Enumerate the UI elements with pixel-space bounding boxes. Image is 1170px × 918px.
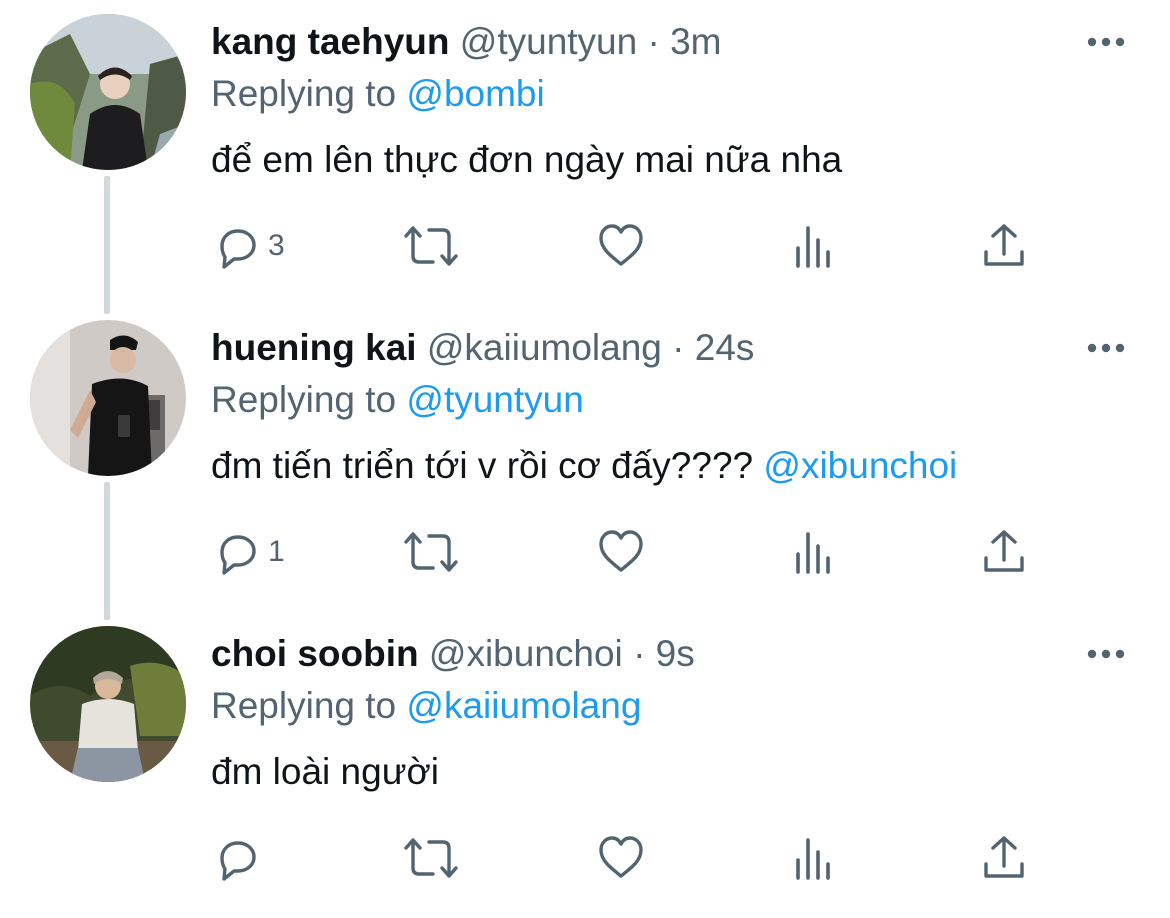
reply-icon <box>220 535 256 575</box>
display-name[interactable]: huening kai <box>211 327 417 368</box>
share-button[interactable] <box>980 524 1028 580</box>
like-button[interactable] <box>597 218 645 274</box>
more-button[interactable] <box>1080 22 1132 62</box>
replying-label: Replying to <box>211 685 397 726</box>
tweet-text: đm loài người <box>211 750 439 794</box>
reply-icon <box>220 841 256 881</box>
reply-button[interactable] <box>212 830 268 886</box>
retweet-icon <box>404 838 458 878</box>
timestamp[interactable]: 9s <box>656 633 695 674</box>
timestamp[interactable]: 3m <box>670 21 721 62</box>
mention-link[interactable]: @xibunchoi <box>763 445 957 486</box>
replying-mention[interactable]: @kaiiumolang <box>406 685 641 726</box>
like-icon <box>599 224 643 266</box>
more-icon <box>1087 649 1125 659</box>
tweet[interactable]: choi soobin @xibunchoi · 9s Replying to … <box>0 612 1170 918</box>
separator: · <box>633 633 646 674</box>
avatar-photo <box>30 626 186 782</box>
tweet-text: đm tiến triển tới v rồi cơ đấy???? @xibu… <box>211 444 957 488</box>
analytics-icon <box>796 226 830 268</box>
separator: · <box>647 21 660 62</box>
avatar-photo <box>30 320 186 476</box>
handle[interactable]: @kaiiumolang <box>427 327 662 368</box>
tweet-header: kang taehyun @tyuntyun · 3m <box>211 20 722 64</box>
analytics-icon <box>796 838 830 880</box>
retweet-button[interactable] <box>403 218 459 274</box>
timestamp[interactable]: 24s <box>695 327 755 368</box>
tweet-body: để em lên thực đơn ngày mai nữa nha <box>211 139 843 180</box>
replying-mention[interactable]: @tyuntyun <box>406 379 583 420</box>
reply-icon <box>220 229 256 269</box>
display-name[interactable]: choi soobin <box>211 633 419 674</box>
more-icon <box>1087 37 1125 47</box>
share-button[interactable] <box>980 218 1028 274</box>
like-icon <box>599 530 643 572</box>
replying-mention[interactable]: @bombi <box>406 73 544 114</box>
avatar[interactable] <box>30 320 186 476</box>
tweet[interactable]: kang taehyun @tyuntyun · 3m Replying to … <box>0 0 1170 306</box>
share-icon <box>984 530 1024 572</box>
like-button[interactable] <box>597 830 645 886</box>
reply-count: 3 <box>268 229 285 262</box>
replying-label: Replying to <box>211 379 397 420</box>
retweet-icon <box>404 532 458 572</box>
display-name[interactable]: kang taehyun <box>211 21 450 62</box>
retweet-button[interactable] <box>403 830 459 886</box>
handle[interactable]: @xibunchoi <box>429 633 623 674</box>
share-button[interactable] <box>980 830 1028 886</box>
reply-button[interactable]: 1 <box>212 524 285 580</box>
tweet-body: đm loài người <box>211 751 439 792</box>
reply-button[interactable]: 3 <box>212 218 285 274</box>
more-button[interactable] <box>1080 634 1132 674</box>
analytics-button[interactable] <box>790 524 838 580</box>
replying-to: Replying to @bombi <box>211 72 545 116</box>
tweet-text: để em lên thực đơn ngày mai nữa nha <box>211 138 842 182</box>
replying-to: Replying to @kaiiumolang <box>211 684 641 728</box>
retweet-button[interactable] <box>403 524 459 580</box>
share-icon <box>984 224 1024 266</box>
analytics-icon <box>796 532 830 574</box>
avatar[interactable] <box>30 626 186 782</box>
more-icon <box>1087 343 1125 353</box>
tweet-header: huening kai @kaiiumolang · 24s <box>211 326 754 370</box>
avatar[interactable] <box>30 14 186 170</box>
tweet[interactable]: huening kai @kaiiumolang · 24s Replying … <box>0 306 1170 612</box>
handle[interactable]: @tyuntyun <box>460 21 637 62</box>
tweet-body: đm tiến triển tới v rồi cơ đấy???? <box>211 445 754 486</box>
like-button[interactable] <box>597 524 645 580</box>
retweet-icon <box>404 226 458 266</box>
like-icon <box>599 836 643 878</box>
analytics-button[interactable] <box>790 830 838 886</box>
replying-to: Replying to @tyuntyun <box>211 378 584 422</box>
avatar-photo <box>30 14 186 170</box>
replying-label: Replying to <box>211 73 397 114</box>
share-icon <box>984 836 1024 878</box>
tweet-header: choi soobin @xibunchoi · 9s <box>211 632 695 676</box>
separator: · <box>672 327 685 368</box>
analytics-button[interactable] <box>790 218 838 274</box>
reply-count: 1 <box>268 535 285 568</box>
more-button[interactable] <box>1080 328 1132 368</box>
